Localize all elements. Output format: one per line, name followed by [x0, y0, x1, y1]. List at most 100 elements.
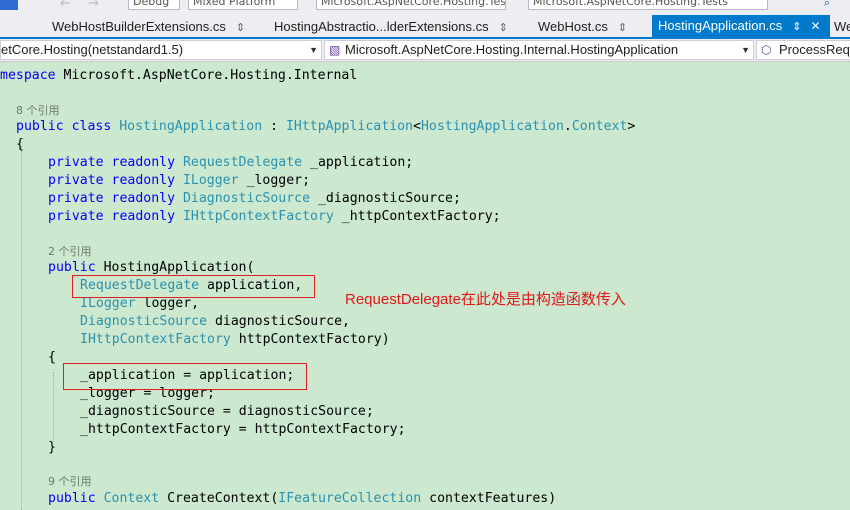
- platform-combo[interactable]: Mixed Platform: [188, 0, 298, 10]
- tab-webhost[interactable]: WebHost.cs ⇕: [520, 16, 668, 37]
- punct: <: [413, 119, 421, 134]
- pin-icon[interactable]: ⇕: [618, 22, 627, 34]
- field-declaration: private readonly DiagnosticSource _diagn…: [48, 190, 461, 208]
- method-name: CreateContext(: [159, 491, 279, 506]
- field-name: _httpContextFactory;: [333, 209, 501, 224]
- tab-label: WebHost.cs: [538, 19, 608, 34]
- codelens-references[interactable]: 2 个引用: [48, 245, 92, 259]
- parameter-name: contextFeatures): [421, 491, 557, 506]
- tab-label: HostingAbstractio...lderExtensions.cs: [274, 19, 489, 34]
- type-value: Microsoft.AspNetCore.Hosting.Internal.Ho…: [345, 42, 679, 57]
- keyword: public: [48, 491, 96, 506]
- type-name: DiagnosticSource: [182, 191, 311, 206]
- field-name: _application;: [302, 155, 414, 170]
- punct: :: [262, 119, 286, 134]
- brace: }: [48, 440, 56, 455]
- close-icon[interactable]: ✕: [811, 19, 821, 33]
- type-name: IHttpContextFactory: [182, 209, 334, 224]
- parameter-name: logger,: [135, 296, 200, 311]
- parameter-name: httpContextFactory): [230, 332, 390, 347]
- keyword: private readonly: [48, 209, 183, 224]
- class-icon: ▧: [329, 43, 341, 57]
- project-context-dropdown[interactable]: etCore.Hosting(netstandard1.5) ▼: [0, 40, 322, 60]
- codelens-references[interactable]: 9 个引用: [48, 475, 92, 489]
- tab-overflow-partial[interactable]: We: [828, 16, 850, 37]
- chevron-down-icon[interactable]: ▼: [309, 41, 318, 59]
- parameter-name: diagnosticSource,: [207, 314, 350, 329]
- tab-hostingabstractions-builder-extensions[interactable]: HostingAbstractio...lderExtensions.cs ⇕: [256, 16, 536, 37]
- field-declaration: private readonly RequestDelegate _applic…: [48, 154, 413, 172]
- tab-label: HostingApplication.cs: [658, 18, 783, 33]
- code-editor[interactable]: mespace Microsoft.AspNetCore.Hosting.Int…: [0, 62, 850, 510]
- keyword: private readonly: [48, 191, 183, 206]
- keyword: private readonly: [48, 173, 183, 188]
- startup-project-combo[interactable]: Microsoft.AspNetCore.Hosting.Tests: [528, 0, 768, 10]
- parameter: DiagnosticSource diagnosticSource,: [80, 313, 350, 331]
- type-name: ILogger: [182, 173, 239, 188]
- type-dropdown[interactable]: ▧ Microsoft.AspNetCore.Hosting.Internal.…: [324, 40, 754, 60]
- toolbar: ← → Debug Mixed Platform Microsoft.AspNe…: [0, 0, 850, 12]
- interface-name: IHttpApplication: [285, 119, 414, 134]
- type-name: ILogger: [80, 296, 136, 311]
- field-name: _logger;: [238, 173, 311, 188]
- indent-guide: [53, 372, 54, 442]
- highlight-box-application-assignment: [63, 363, 307, 390]
- keyword: mespace: [0, 68, 56, 83]
- chevron-down-icon[interactable]: ▼: [741, 41, 750, 59]
- type-name: DiagnosticSource: [80, 314, 208, 329]
- document-tab-strip: WebHostBuilderExtensions.cs ⇕ HostingAbst…: [0, 12, 850, 39]
- assignment-statement: _httpContextFactory = httpContextFactory…: [80, 422, 406, 437]
- method-declaration: public Context CreateContext(IFeatureCol…: [48, 490, 556, 508]
- class-name: HostingApplication: [119, 119, 263, 134]
- solution-config-value: Debug: [133, 0, 170, 8]
- punct: .: [563, 119, 572, 134]
- search-icon[interactable]: ⌕: [824, 0, 830, 10]
- return-type: Context: [103, 491, 160, 506]
- generic-type: HostingApplication: [420, 119, 564, 134]
- pin-icon[interactable]: ⇕: [499, 22, 508, 34]
- solution-config-combo[interactable]: Debug: [128, 0, 180, 10]
- type-name: IFeatureCollection: [278, 491, 422, 506]
- tab-label: WebHostBuilderExtensions.cs: [52, 19, 226, 34]
- nested-type: Context: [571, 119, 628, 134]
- project-context-value: etCore.Hosting(netstandard1.5): [1, 42, 184, 57]
- navigate-back-icon[interactable]: ←: [60, 0, 71, 11]
- project-path-combo[interactable]: Microsoft.AspNetCore.Hosting.Test: [316, 0, 506, 10]
- indent-guide: [21, 146, 22, 510]
- codelens-references[interactable]: 8 个引用: [16, 104, 60, 118]
- keyword: private readonly: [48, 155, 183, 170]
- platform-value: Mixed Platform: [193, 0, 276, 8]
- pin-icon[interactable]: ⇕: [236, 22, 245, 34]
- type-name: RequestDelegate: [182, 155, 303, 170]
- field-declaration: private readonly ILogger _logger;: [48, 172, 310, 190]
- tab-hostingapplication[interactable]: HostingApplication.cs ⇕ ✕: [652, 15, 830, 37]
- namespace-name: Microsoft.AspNetCore.Hosting.Internal: [55, 68, 358, 83]
- startup-project-value: Microsoft.AspNetCore.Hosting.Tests: [533, 0, 729, 8]
- annotation-text: RequestDelegate在此处是由构造函数传入: [345, 291, 626, 308]
- tab-webhostbuilderextensions[interactable]: WebHostBuilderExtensions.cs ⇕: [34, 16, 274, 37]
- highlight-box-request-delegate-param: [72, 275, 315, 298]
- field-declaration: private readonly IHttpContextFactory _ht…: [48, 208, 501, 226]
- parameter: IHttpContextFactory httpContextFactory): [80, 331, 390, 349]
- namespace-line: mespace Microsoft.AspNetCore.Hosting.Int…: [0, 67, 357, 85]
- pin-icon[interactable]: ⇕: [792, 21, 801, 33]
- field-name: _diagnosticSource;: [310, 191, 461, 206]
- member-dropdown[interactable]: ⬡ ProcessRequ: [756, 40, 850, 60]
- navigate-forward-icon[interactable]: →: [88, 0, 99, 11]
- constructor-name: HostingApplication(: [95, 260, 255, 275]
- member-value: ProcessRequ: [779, 42, 850, 57]
- tab-label: We: [834, 19, 850, 34]
- punct: >: [627, 119, 636, 134]
- keyword: public class: [16, 119, 120, 134]
- keyword: public: [48, 260, 96, 275]
- type-name: IHttpContextFactory: [80, 332, 231, 347]
- project-path-value: Microsoft.AspNetCore.Hosting.Test: [321, 0, 506, 8]
- brace: {: [48, 350, 56, 365]
- navigation-bar: etCore.Hosting(netstandard1.5) ▼ ▧ Micro…: [0, 39, 850, 62]
- class-declaration: public class HostingApplication : IHttpA…: [16, 118, 635, 136]
- brace: {: [16, 137, 24, 152]
- visual-studio-logo-icon: [0, 0, 18, 10]
- method-icon: ⬡: [761, 43, 772, 57]
- assignment-statement: _diagnosticSource = diagnosticSource;: [80, 404, 374, 419]
